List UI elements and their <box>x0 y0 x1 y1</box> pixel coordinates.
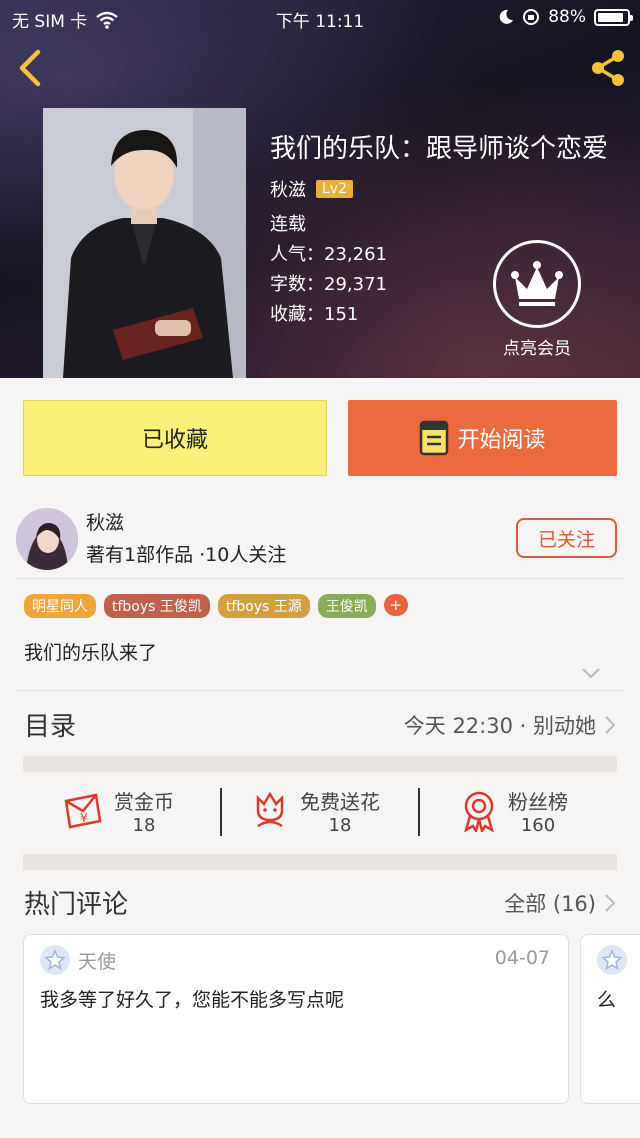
book-word-count: 字数：29,371 <box>270 274 387 295</box>
divider <box>220 788 222 836</box>
chevron-right-icon <box>605 716 616 734</box>
author-avatar[interactable] <box>16 508 78 570</box>
moon-icon <box>499 9 514 24</box>
flower-icon <box>256 791 284 828</box>
author-level-badge: Lv2 <box>316 180 353 198</box>
divider <box>418 788 420 836</box>
battery-icon <box>594 8 633 26</box>
more-tags-button[interactable]: + <box>383 594 408 616</box>
comment-date: 04-07 <box>494 947 550 969</box>
book-intro: 我们的乐队来了 <box>24 642 158 664</box>
catalog-label[interactable]: 目录 <box>24 706 76 743</box>
section-separator <box>23 756 617 772</box>
crown-icon <box>511 261 563 306</box>
chevron-down-icon[interactable] <box>580 666 602 680</box>
book-header: 无 SIM 卡 下午 11:11 88% 我们的乐队：跟导师谈个恋爱 秋滋 Lv… <box>0 0 640 378</box>
hot-comments-title: 热门评论 <box>24 890 129 920</box>
all-comments-label: 全部 (16) <box>504 892 596 916</box>
follow-button[interactable]: 已关注 <box>516 518 617 558</box>
book-popularity: 人气：23,261 <box>270 244 387 265</box>
tag-item[interactable]: tfboys 王俊凯 <box>104 594 210 618</box>
chevron-right-icon <box>605 894 616 912</box>
start-reading-button[interactable]: 开始阅读 <box>348 400 617 476</box>
favorited-button[interactable]: 已收藏 <box>23 400 327 476</box>
vip-button[interactable]: 点亮会员 <box>492 240 582 360</box>
comment-card[interactable]: 天使 04-07 我多等了好久了，您能不能多写点呢 <box>23 934 569 1104</box>
stat-value: 18 <box>328 815 352 836</box>
author-name[interactable]: 秋滋 <box>86 508 124 535</box>
all-comments-link[interactable]: 全部 (16) <box>504 888 616 918</box>
comment-card[interactable]: 么 <box>580 934 640 1104</box>
comment-text: 么 <box>597 989 617 1011</box>
tag-item[interactable]: 明星同人 <box>24 594 96 618</box>
latest-chapter-label: 今天 22:30 · 别动她 <box>403 714 596 738</box>
star-icon <box>44 949 66 971</box>
book-cover[interactable] <box>43 108 246 378</box>
cover-portrait <box>43 108 246 378</box>
book-icon <box>420 420 449 456</box>
favorited-label: 已收藏 <box>141 428 208 453</box>
stat-value: 18 <box>132 815 156 836</box>
battery-percent: 88% <box>548 7 586 27</box>
author-info: 著有1部作品 ·10人关注 <box>86 544 287 566</box>
start-reading-label: 开始阅读 <box>457 428 546 453</box>
tag-item[interactable]: 王俊凯 <box>317 594 376 618</box>
section-separator <box>23 854 617 870</box>
star-icon <box>601 949 623 971</box>
commenter-name[interactable]: 天使 <box>78 947 116 974</box>
fan-ranking-button[interactable]: 粉丝榜 160 <box>460 786 568 836</box>
medal-icon <box>464 791 494 832</box>
back-button[interactable] <box>14 48 48 88</box>
book-status: 连载 <box>270 214 306 235</box>
follow-label: 已关注 <box>537 528 595 551</box>
tag-list: 明星同人 tfboys 王俊凯 tfboys 王源 王俊凯 + <box>24 594 408 618</box>
book-author[interactable]: 秋滋 <box>270 176 306 202</box>
divider <box>16 578 624 579</box>
rotation-lock-icon <box>523 9 540 25</box>
send-flower-button[interactable]: 免费送花 18 <box>250 786 380 836</box>
divider <box>16 690 624 691</box>
book-favorites: 收藏：151 <box>270 304 359 325</box>
status-bar: 无 SIM 卡 下午 11:11 88% <box>0 0 640 34</box>
stat-label: 免费送花 <box>300 790 380 814</box>
commenter-avatar[interactable] <box>40 945 70 975</box>
reward-coins-button[interactable]: ¥ 赏金币 18 <box>62 786 174 836</box>
stat-label: 粉丝榜 <box>508 790 568 814</box>
battery-level <box>598 12 623 22</box>
svg-text:¥: ¥ <box>80 811 88 825</box>
share-button[interactable] <box>586 46 630 90</box>
book-title: 我们的乐队：跟导师谈个恋爱 <box>270 134 609 164</box>
stat-label: 赏金币 <box>114 790 174 814</box>
red-envelope-icon: ¥ <box>64 793 102 829</box>
vip-label: 点亮会员 <box>503 339 571 359</box>
comment-text: 我多等了好久了，您能不能多写点呢 <box>40 989 345 1011</box>
stat-value: 160 <box>520 815 556 836</box>
commenter-avatar[interactable] <box>597 945 627 975</box>
tag-item[interactable]: tfboys 王源 <box>217 594 310 618</box>
catalog-latest-chapter[interactable]: 今天 22:30 · 别动她 <box>404 710 616 740</box>
